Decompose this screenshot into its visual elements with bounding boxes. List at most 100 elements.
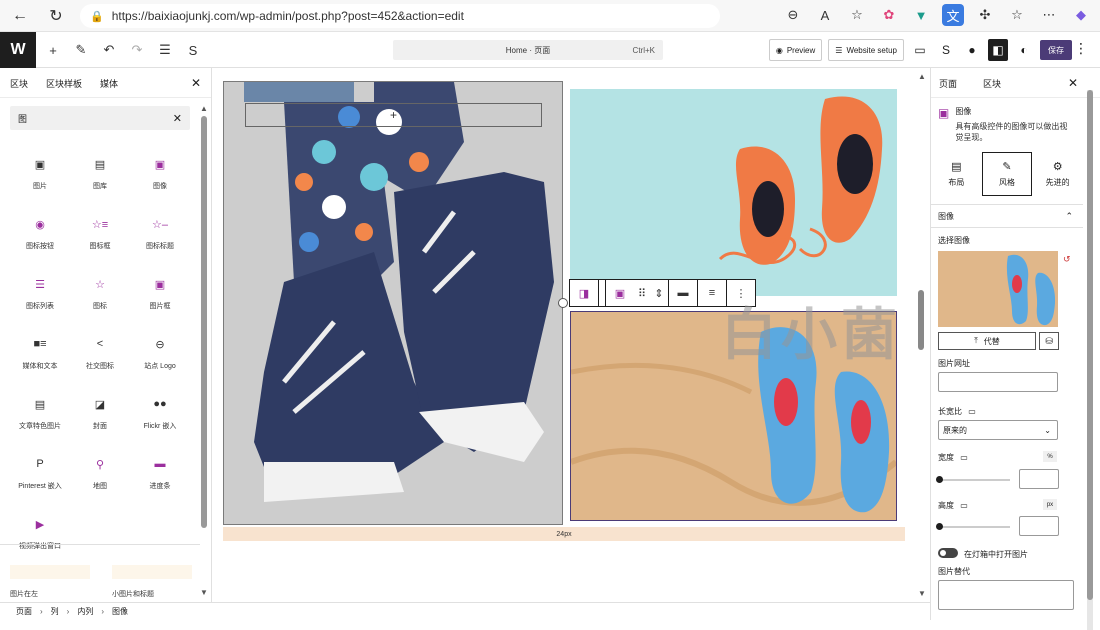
canvas-scroll-down-icon[interactable]: ▼: [918, 589, 926, 598]
alt-text-input[interactable]: [938, 580, 1074, 610]
read-aloud-icon[interactable]: A: [814, 4, 836, 26]
copilot-icon[interactable]: ◆: [1070, 4, 1092, 26]
zoom-icon[interactable]: ⊖: [782, 4, 804, 26]
drag-handle-icon[interactable]: ⠿: [634, 280, 650, 306]
block-search-input[interactable]: 图 ✕: [10, 106, 190, 130]
add-block-icon[interactable]: +: [44, 40, 62, 60]
tab-block[interactable]: 区块: [983, 77, 1001, 89]
lightbox-toggle[interactable]: [938, 548, 958, 558]
sneaker-image-block[interactable]: [223, 81, 563, 525]
tab-advanced[interactable]: ⚙ 先进的: [1033, 152, 1083, 196]
breadcrumb-item[interactable]: 列: [51, 606, 59, 617]
undo-icon[interactable]: ↶: [100, 40, 118, 60]
breadcrumb-item[interactable]: 内列: [77, 606, 93, 617]
reset-image-icon[interactable]: ↺: [1063, 254, 1071, 265]
tab-page[interactable]: 页面: [939, 77, 957, 89]
block-type-image-icon[interactable]: ▣: [606, 280, 634, 306]
favorites-list-icon[interactable]: ☆: [1006, 4, 1028, 26]
height-input[interactable]: [1019, 516, 1059, 536]
block-item-map[interactable]: ⚲ 地图: [70, 456, 130, 491]
wordpress-logo-icon[interactable]: W: [0, 32, 36, 68]
save-button[interactable]: 保存: [1040, 40, 1072, 60]
width-slider[interactable]: [936, 476, 1010, 483]
block-item-flickr[interactable]: ●● Flickr 嵌入: [130, 396, 190, 431]
scroll-down-icon[interactable]: ▼: [200, 588, 208, 597]
command-palette-bar[interactable]: Home · 页面 Ctrl+K: [393, 40, 663, 60]
block-item-pinterest[interactable]: P Pinterest 嵌入: [10, 456, 70, 491]
full-width-icon[interactable]: ▬: [669, 280, 697, 306]
add-block-placeholder[interactable]: +: [245, 103, 542, 127]
favorite-star-icon[interactable]: ☆: [846, 4, 868, 26]
extension-translate-icon[interactable]: 文: [942, 4, 964, 26]
parent-column-icon[interactable]: ◨: [570, 280, 598, 306]
width-input[interactable]: [1019, 469, 1059, 489]
extensions-puzzle-icon[interactable]: ✣: [974, 4, 996, 26]
block-item-progress-bar[interactable]: ▬ 进度条: [130, 456, 190, 491]
height-slider[interactable]: [936, 523, 1010, 530]
slider-thumb[interactable]: [936, 523, 943, 530]
reload-icon[interactable]: ↻: [42, 2, 70, 30]
tab-patterns[interactable]: 区块样板: [46, 77, 82, 89]
image-url-input[interactable]: [938, 372, 1058, 392]
media-library-button[interactable]: ⛁: [1039, 332, 1059, 350]
inserter-scrollbar[interactable]: [201, 116, 207, 528]
tab-style[interactable]: ✎ 风格: [981, 152, 1032, 196]
styles-icon[interactable]: ◐: [1014, 39, 1034, 61]
block-item-icon-button[interactable]: ◉ 图标按钮: [10, 216, 70, 251]
block-item-media-text[interactable]: ■≡ 媒体和文本: [10, 336, 70, 371]
orange-shoes-image[interactable]: [570, 89, 897, 296]
tab-media[interactable]: 媒体: [100, 77, 118, 89]
aspect-ratio-select[interactable]: 原来的 ⌄: [938, 420, 1058, 440]
breadcrumb-item[interactable]: 图像: [112, 606, 128, 617]
extension-v-icon[interactable]: ▼: [910, 4, 932, 26]
canvas-scrollbar[interactable]: [918, 290, 924, 350]
edit-pen-icon[interactable]: ✎: [72, 40, 90, 60]
pattern-item[interactable]: 图片在左: [10, 565, 90, 599]
spectra-icon[interactable]: S: [184, 40, 202, 60]
website-setup-button[interactable]: ☰ Website setup: [828, 39, 904, 61]
block-item-icon-heading[interactable]: ☆– 图标标题: [130, 216, 190, 251]
device-preview-icon[interactable]: ▭: [910, 39, 930, 61]
pattern-item[interactable]: 小图片和标题: [112, 565, 192, 599]
image-section-toggle[interactable]: 图像 ⌃: [931, 204, 1083, 228]
desktop-icon[interactable]: ▭: [968, 407, 976, 416]
desktop-icon[interactable]: ▭: [960, 453, 968, 462]
block-item-image[interactable]: ▣ 图片: [10, 156, 70, 191]
spectra-settings-icon[interactable]: S: [936, 39, 956, 61]
clear-search-icon[interactable]: ✕: [173, 112, 182, 125]
browser-menu-icon[interactable]: ⋯: [1038, 4, 1060, 26]
canvas-scroll-up-icon[interactable]: ▲: [918, 72, 926, 81]
replace-image-button[interactable]: ⤒ 代替: [938, 332, 1036, 350]
block-item-video-popup[interactable]: ▶ 视频弹出窗口: [10, 516, 70, 551]
desktop-icon[interactable]: ▭: [960, 501, 968, 510]
back-icon[interactable]: ←: [6, 2, 34, 30]
block-item-site-logo[interactable]: ⊖ 站点 Logo: [130, 336, 190, 371]
tab-blocks[interactable]: 区块: [10, 77, 28, 89]
address-bar[interactable]: 🔒 https://baixiaojunkj.com/wp-admin/post…: [80, 4, 720, 28]
block-item-featured-image[interactable]: ▤ 文章特色图片: [10, 396, 70, 431]
block-item-icon-box[interactable]: ☆≡ 图标框: [70, 216, 130, 251]
slider-thumb[interactable]: [936, 476, 943, 483]
close-inserter-icon[interactable]: ✕: [191, 76, 201, 90]
document-overview-icon[interactable]: ☰: [156, 40, 174, 60]
block-item-gallery[interactable]: ▤ 图库: [70, 156, 130, 191]
options-menu-icon[interactable]: ⋮: [1074, 40, 1088, 57]
block-item-image-box[interactable]: ▣ 图片框: [130, 276, 190, 311]
block-item-spectra-image[interactable]: ▣ 图像: [130, 156, 190, 191]
spacer-block[interactable]: 24px: [223, 527, 905, 541]
scroll-up-icon[interactable]: ▲: [200, 104, 208, 113]
redo-icon[interactable]: ↷: [128, 40, 146, 60]
width-unit-toggle[interactable]: %: [1043, 451, 1057, 462]
settings-scrollbar[interactable]: [1087, 90, 1093, 600]
block-item-cover[interactable]: ◪ 封面: [70, 396, 130, 431]
column-resize-handle[interactable]: [558, 298, 568, 308]
block-item-icon[interactable]: ☆ 图标: [70, 276, 130, 311]
height-unit-toggle[interactable]: px: [1043, 499, 1057, 510]
move-up-down-icon[interactable]: ⇕: [650, 280, 668, 306]
astra-icon[interactable]: ●: [962, 39, 982, 61]
extension-palette-icon[interactable]: ✿: [878, 4, 900, 26]
block-item-icon-list[interactable]: ☰ 图标列表: [10, 276, 70, 311]
tab-layout[interactable]: ▤ 布局: [931, 152, 981, 196]
close-settings-icon[interactable]: ✕: [1068, 76, 1078, 90]
selected-image-preview[interactable]: [938, 251, 1058, 327]
